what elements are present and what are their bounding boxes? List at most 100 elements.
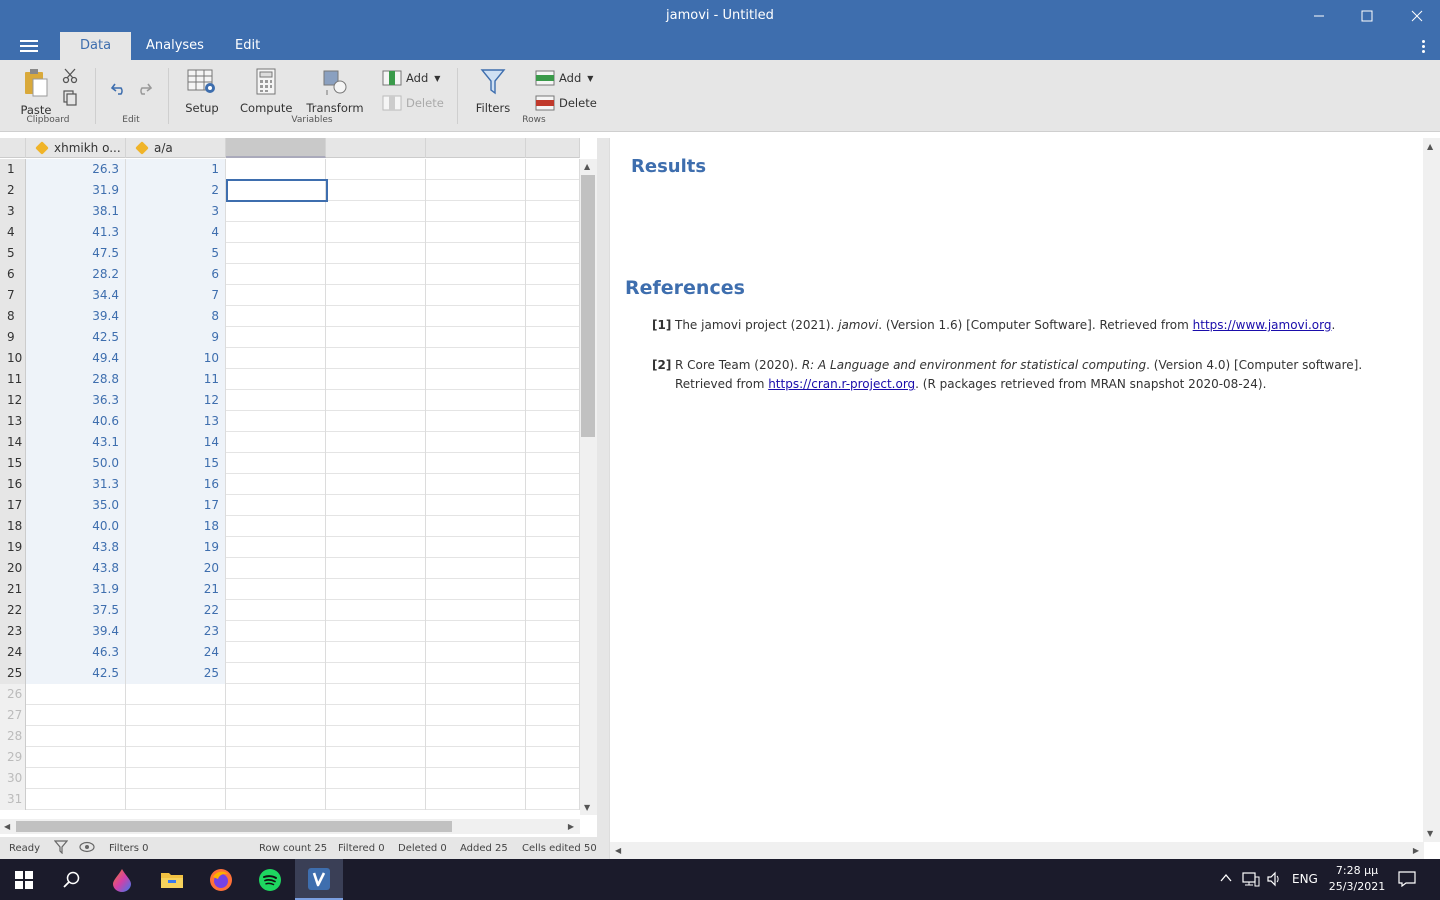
grid-cell[interactable] — [226, 516, 326, 537]
grid-cell[interactable] — [426, 705, 526, 726]
grid-cell[interactable] — [326, 558, 426, 579]
grid-cell[interactable] — [526, 285, 580, 306]
grid-cell[interactable] — [526, 705, 580, 726]
grid-cell[interactable] — [426, 390, 526, 411]
row-number[interactable]: 18 — [0, 516, 26, 537]
grid-cell[interactable]: 31.9 — [26, 579, 126, 600]
row-delete-button[interactable]: Delete — [535, 95, 597, 111]
grid-cell[interactable] — [326, 600, 426, 621]
grid-cell[interactable] — [26, 747, 126, 768]
row-number[interactable]: 24 — [0, 642, 26, 663]
grid-cell[interactable] — [526, 390, 580, 411]
taskbar-app-paint[interactable] — [98, 859, 146, 900]
grid-vertical-scroll-thumb[interactable] — [581, 175, 595, 437]
grid-cell[interactable]: 5 — [126, 243, 226, 264]
grid-cell[interactable]: 38.1 — [26, 201, 126, 222]
panel-divider[interactable] — [597, 138, 609, 859]
cran-link[interactable]: https://cran.r-project.org — [768, 377, 915, 391]
grid-cell[interactable] — [326, 285, 426, 306]
grid-cell[interactable] — [426, 789, 526, 810]
grid-cell[interactable] — [226, 222, 326, 243]
grid-cell[interactable] — [526, 558, 580, 579]
grid-cell[interactable] — [526, 663, 580, 684]
grid-cell[interactable] — [26, 705, 126, 726]
results-vertical-scrollbar[interactable]: ▲ ▼ — [1423, 138, 1440, 842]
grid-cell[interactable] — [326, 537, 426, 558]
grid-cell[interactable] — [226, 705, 326, 726]
grid-cell[interactable] — [526, 306, 580, 327]
transform-button[interactable]: Transform — [306, 68, 364, 115]
grid-cell[interactable] — [526, 222, 580, 243]
grid-cell[interactable] — [26, 684, 126, 705]
grid-cell[interactable] — [326, 369, 426, 390]
grid-cell[interactable] — [226, 642, 326, 663]
grid-cell[interactable] — [526, 327, 580, 348]
eye-icon[interactable] — [79, 841, 95, 856]
row-number[interactable]: 25 — [0, 663, 26, 684]
grid-cell[interactable] — [426, 537, 526, 558]
grid-cell[interactable]: 21 — [126, 579, 226, 600]
grid-cell[interactable] — [326, 159, 426, 180]
column-header-2[interactable]: a/a — [126, 138, 226, 158]
grid-cell[interactable] — [326, 579, 426, 600]
maximize-button[interactable] — [1342, 0, 1392, 32]
grid-cell[interactable] — [226, 474, 326, 495]
grid-cell[interactable]: 39.4 — [26, 621, 126, 642]
grid-cell[interactable] — [226, 264, 326, 285]
grid-cell[interactable]: 34.4 — [26, 285, 126, 306]
grid-cell[interactable] — [226, 600, 326, 621]
row-number[interactable]: 17 — [0, 495, 26, 516]
grid-vertical-scrollbar[interactable]: ▲ ▼ — [580, 159, 597, 815]
grid-cell[interactable] — [326, 684, 426, 705]
scroll-right-icon[interactable]: ▶ — [568, 822, 574, 831]
grid-cell[interactable] — [426, 327, 526, 348]
grid-cell[interactable] — [526, 180, 580, 201]
compute-button[interactable]: Compute — [240, 68, 292, 115]
grid-cell[interactable] — [326, 411, 426, 432]
grid-cell[interactable]: 31.9 — [26, 180, 126, 201]
grid-cell[interactable] — [226, 201, 326, 222]
grid-cell[interactable]: 42.5 — [26, 663, 126, 684]
menu-icon[interactable] — [20, 40, 38, 54]
grid-cell[interactable] — [326, 621, 426, 642]
grid-cell[interactable]: 23 — [126, 621, 226, 642]
row-number[interactable]: 3 — [0, 201, 26, 222]
grid-cell[interactable] — [226, 285, 326, 306]
scroll-left-icon[interactable]: ◀ — [615, 846, 621, 855]
grid-cell[interactable] — [526, 579, 580, 600]
row-number[interactable]: 20 — [0, 558, 26, 579]
data-grid[interactable]: 1 26.3 1 2 31.9 2 3 38.1 3 4 41.3 4 5 47.5 5 6 28.2 6 7 34.… — [0, 159, 580, 815]
grid-cell[interactable] — [326, 663, 426, 684]
row-number[interactable]: 12 — [0, 390, 26, 411]
grid-horizontal-scrollbar[interactable]: ◀ ▶ — [0, 819, 580, 834]
column-header-4[interactable] — [326, 138, 426, 158]
grid-cell[interactable] — [226, 411, 326, 432]
row-number[interactable]: 5 — [0, 243, 26, 264]
row-number[interactable]: 16 — [0, 474, 26, 495]
grid-cell[interactable]: 22 — [126, 600, 226, 621]
grid-cell[interactable] — [426, 453, 526, 474]
grid-cell[interactable] — [226, 306, 326, 327]
selected-cell[interactable] — [226, 179, 328, 202]
grid-cell[interactable]: 17 — [126, 495, 226, 516]
grid-cell[interactable] — [426, 432, 526, 453]
grid-cell[interactable] — [326, 474, 426, 495]
filters-button[interactable]: Filters — [472, 68, 514, 115]
filter-icon[interactable] — [53, 840, 69, 857]
grid-cell[interactable] — [526, 348, 580, 369]
taskbar-app-firefox[interactable] — [197, 859, 245, 900]
row-number[interactable]: 22 — [0, 600, 26, 621]
grid-cell[interactable]: 4 — [126, 222, 226, 243]
grid-cell[interactable] — [526, 642, 580, 663]
grid-cell[interactable] — [326, 495, 426, 516]
grid-cell[interactable]: 43.8 — [26, 537, 126, 558]
setup-button[interactable]: Setup — [180, 68, 224, 115]
grid-cell[interactable]: 15 — [126, 453, 226, 474]
grid-cell[interactable] — [426, 306, 526, 327]
grid-cell[interactable] — [426, 558, 526, 579]
grid-cell[interactable] — [226, 327, 326, 348]
taskbar-app-explorer[interactable] — [148, 859, 196, 900]
variable-add-button[interactable]: Add ▼ — [382, 70, 440, 86]
grid-cell[interactable]: 16 — [126, 474, 226, 495]
grid-cell[interactable]: 10 — [126, 348, 226, 369]
